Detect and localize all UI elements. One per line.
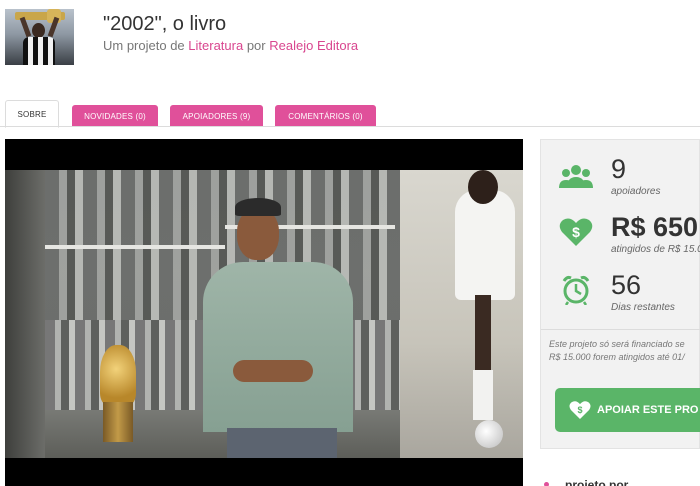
funding-stats-panel: 9 apoiadores $ R$ 650 atingidos de R$ 15… [540, 139, 700, 449]
days-label: Dias restantes [611, 302, 675, 313]
svg-text:$: $ [577, 405, 582, 415]
tab-novidades[interactable]: NOVIDADES (0) [72, 105, 158, 127]
support-button-label: APOIAR ESTE PRO [597, 404, 699, 416]
supporters-label: apoiadores [611, 186, 661, 197]
tab-sobre[interactable]: SOBRE [5, 100, 59, 128]
days-remaining: 56 [611, 270, 642, 300]
project-subtitle: Um projeto de Literatura por Realejo Edi… [103, 38, 358, 53]
support-project-button[interactable]: $ APOIAR ESTE PRO [555, 388, 700, 432]
svg-text:$: $ [572, 224, 580, 240]
raised-amount: R$ 650 [611, 212, 699, 242]
project-tabs: SOBRE NOVIDADES (0) APOIADORES (9) COMEN… [0, 100, 700, 128]
project-video[interactable] [5, 139, 523, 486]
funding-note-line2: R$ 15.000 forem atingidos até 01/ [549, 352, 685, 362]
money-heart-icon: $ [559, 218, 593, 246]
author-link[interactable]: Realejo Editora [269, 38, 358, 53]
funding-note: Este projeto só será financiado se R$ 15… [549, 338, 700, 364]
project-header: "2002", o livro Um projeto de Literatura… [0, 0, 700, 92]
funding-note-line1: Este projeto só será financiado se [549, 339, 685, 349]
tab-comentarios[interactable]: COMENTÁRIOS (0) [275, 105, 376, 127]
project-thumbnail[interactable] [5, 9, 74, 65]
raised-label: atingidos de R$ 15.0 [611, 244, 700, 255]
video-frame [5, 170, 523, 458]
stats-divider [541, 329, 700, 330]
alarm-clock-icon [562, 275, 590, 305]
project-by-label: projeto por [565, 478, 629, 486]
project-title: "2002", o livro [103, 13, 227, 35]
subtitle-prefix: Um projeto de [103, 38, 185, 53]
tabs-divider [0, 126, 700, 127]
supporters-count: 9 [611, 154, 627, 184]
category-link[interactable]: Literatura [188, 38, 243, 53]
money-heart-icon: $ [569, 401, 591, 420]
supporters-icon [559, 165, 593, 188]
subtitle-by: por [246, 38, 266, 53]
bullet-dot [544, 482, 549, 486]
tab-apoiadores[interactable]: APOIADORES (9) [170, 105, 263, 127]
